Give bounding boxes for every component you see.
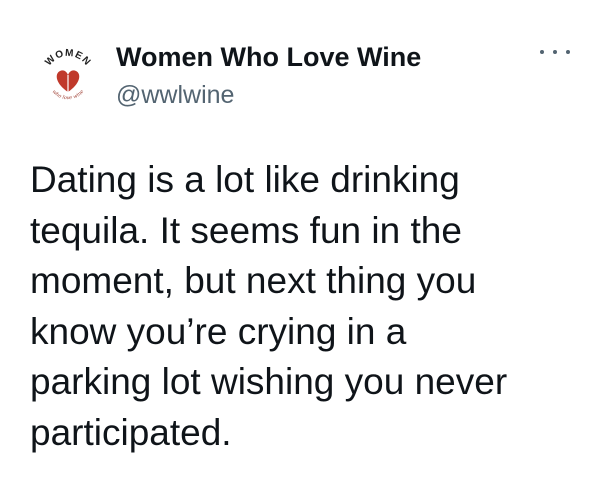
more-dot <box>553 50 557 54</box>
user-handle[interactable]: @wwlwine <box>116 78 421 112</box>
display-name[interactable]: Women Who Love Wine <box>116 40 421 74</box>
more-dot <box>540 50 544 54</box>
more-options-icon[interactable] <box>540 42 570 62</box>
tweet-text: Dating is a lot like drinking tequila. I… <box>30 159 508 453</box>
author-names: Women Who Love Wine @wwlwine <box>116 40 421 112</box>
brand-logo: WOMEN who love wine <box>43 48 93 102</box>
more-dot <box>566 50 570 54</box>
svg-text:WOMEN: WOMEN <box>43 48 93 68</box>
tweet-card: WOMEN who love wine Women Who Love Wine … <box>0 0 600 486</box>
tweet-header: WOMEN who love wine Women Who Love Wine … <box>36 34 576 114</box>
avatar[interactable]: WOMEN who love wine <box>36 44 100 108</box>
